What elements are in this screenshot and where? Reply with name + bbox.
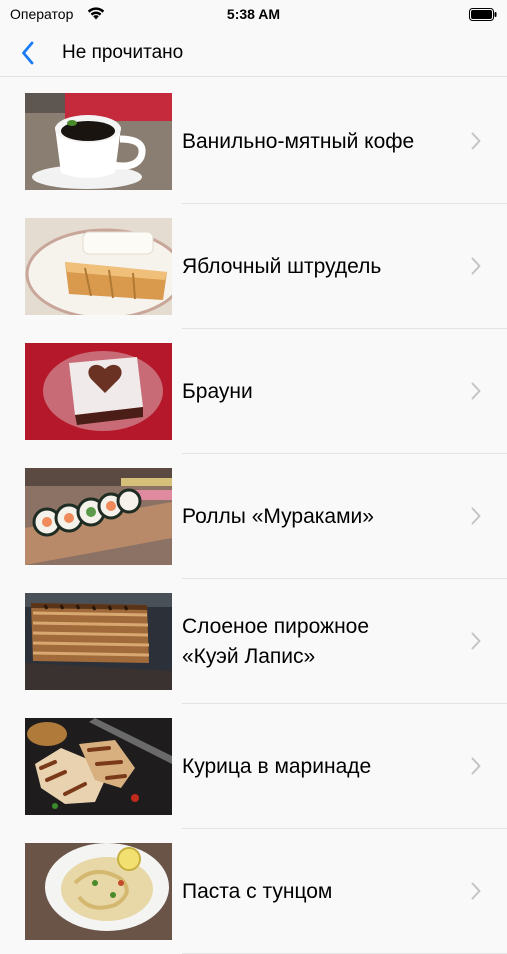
item-title: Яблочный штрудель — [182, 254, 382, 278]
status-bar: Оператор 5:38 AM — [0, 0, 507, 28]
list-item[interactable]: Роллы «Мураками» — [0, 454, 507, 579]
list-item[interactable]: Слоеное пирожное «Куэй Лапис» — [0, 579, 507, 704]
item-title: Курица в маринаде — [182, 754, 372, 778]
battery-icon — [469, 8, 497, 21]
chevron-right-icon — [471, 757, 481, 775]
item-title: Слоеное пирожное «Куэй Лапис» — [182, 614, 370, 668]
page-title: Не прочитано — [62, 42, 184, 63]
apple-strudel-image — [25, 218, 172, 315]
list-item[interactable]: Паста с тунцом — [0, 829, 507, 954]
chevron-right-icon — [471, 882, 481, 900]
coffee-cup-image — [25, 93, 172, 190]
nav-divider — [0, 76, 507, 77]
recipe-list: Ванильно-мятный кофе Яблочный штрудель Б… — [0, 79, 507, 954]
list-item[interactable]: Яблочный штрудель — [0, 204, 507, 329]
chevron-right-icon — [471, 507, 481, 525]
chevron-right-icon — [471, 382, 481, 400]
marinated-chicken-image — [25, 718, 172, 815]
chevron-left-icon — [22, 41, 34, 65]
item-title: Ванильно-мятный кофе — [182, 129, 415, 153]
list-item[interactable]: Курица в маринаде — [0, 704, 507, 829]
layered-cake-image — [25, 593, 172, 690]
list-item[interactable]: Ванильно-мятный кофе — [0, 79, 507, 204]
navigation-bar: Не прочитано — [0, 30, 507, 76]
back-button[interactable] — [10, 34, 46, 72]
item-title: Паста с тунцом — [182, 879, 333, 903]
brownie-image — [25, 343, 172, 440]
item-title: Брауни — [182, 379, 253, 403]
item-title: Роллы «Мураками» — [182, 504, 374, 528]
tuna-pasta-image — [25, 843, 172, 940]
status-time: 5:38 AM — [226, 6, 281, 22]
chevron-right-icon — [471, 132, 481, 150]
chevron-right-icon — [471, 632, 481, 650]
list-item[interactable]: Брауни — [0, 329, 507, 454]
sushi-rolls-image — [25, 468, 172, 565]
chevron-right-icon — [471, 257, 481, 275]
